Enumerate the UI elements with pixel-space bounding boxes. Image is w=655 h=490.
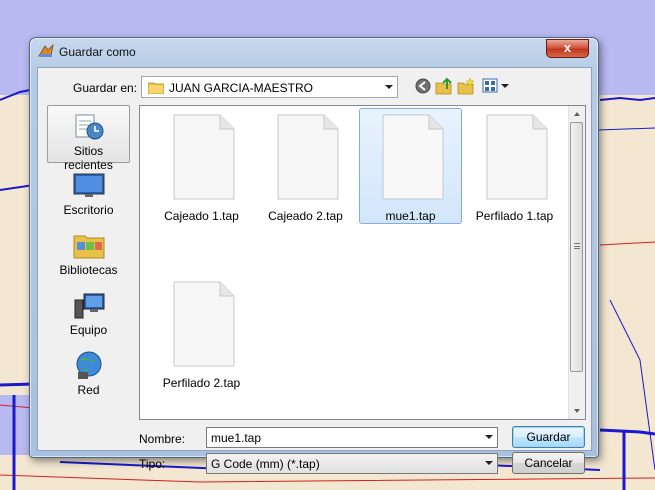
scroll-up-icon[interactable] — [574, 112, 580, 116]
file-name-input[interactable]: mue1.tap — [206, 427, 498, 448]
save-as-dialog: Guardar como x Guardar en: JUAN GARCIA-M… — [29, 37, 599, 474]
back-button[interactable] — [414, 77, 432, 95]
save-in-dropdown[interactable]: JUAN GARCIA-MAESTRO — [141, 76, 398, 98]
new-folder-button[interactable] — [457, 77, 475, 95]
place-desktop[interactable]: Escritorio — [47, 165, 130, 223]
file-icon — [173, 281, 235, 367]
file-icon — [382, 114, 444, 200]
up-folder-button[interactable] — [435, 77, 453, 95]
file-type-dropdown[interactable]: G Code (mm) (*.tap) — [206, 453, 498, 474]
scroll-down-icon[interactable] — [574, 409, 580, 413]
file-name-label: Nombre: — [139, 432, 186, 446]
place-label: Equipo — [69, 323, 108, 337]
file-type-label: Tipo: — [139, 457, 166, 471]
place-label: Bibliotecas — [59, 263, 118, 277]
title-bar[interactable]: Guardar como x — [30, 38, 598, 66]
close-button[interactable]: x — [546, 39, 589, 58]
file-icon — [173, 114, 235, 200]
view-menu-button[interactable] — [481, 77, 511, 95]
recent-places-icon — [75, 114, 104, 140]
app-icon — [38, 44, 54, 57]
file-list[interactable]: Cajeado 1.tap Cajeado 2.tap mue1.tap Per… — [139, 105, 586, 420]
file-type-value: G Code (mm) (*.tap) — [211, 457, 320, 471]
grip-icon — [574, 243, 580, 249]
file-item[interactable]: Perfilado 1.tap — [463, 108, 566, 224]
chevron-down-icon[interactable] — [485, 435, 493, 439]
place-label: Red — [77, 383, 100, 397]
file-name: Perfilado 1.tap — [475, 209, 554, 223]
computer-icon — [74, 293, 105, 319]
current-folder-name: JUAN GARCIA-MAESTRO — [169, 81, 314, 95]
place-libraries[interactable]: Bibliotecas — [47, 225, 130, 283]
places-bar: Sitios recientes Escritorio Bibliotecas — [45, 105, 131, 405]
place-label: Escritorio — [63, 203, 114, 217]
file-item[interactable]: Cajeado 2.tap — [254, 108, 357, 224]
chevron-down-icon — [385, 85, 393, 89]
save-in-label: Guardar en: — [73, 81, 138, 95]
desktop-icon — [73, 173, 105, 197]
file-name: mue1.tap — [385, 209, 436, 223]
file-item[interactable]: Cajeado 1.tap — [150, 108, 253, 224]
file-icon — [277, 114, 339, 200]
network-icon — [76, 351, 102, 379]
place-recent[interactable]: Sitios recientes — [47, 105, 130, 172]
close-icon: x — [563, 40, 572, 55]
place-network[interactable]: Red — [47, 345, 130, 403]
file-item[interactable]: Perfilado 2.tap — [150, 275, 253, 391]
libraries-icon — [73, 235, 105, 259]
scroll-thumb[interactable] — [570, 122, 583, 372]
dialog-body: Guardar en: JUAN GARCIA-MAESTRO Sitios r… — [37, 67, 592, 474]
folder-icon — [148, 82, 164, 94]
file-list-scrollbar[interactable] — [568, 106, 585, 419]
cancel-button[interactable]: Cancelar — [512, 452, 585, 474]
file-item-selected[interactable]: mue1.tap — [359, 108, 462, 224]
file-name: Cajeado 2.tap — [268, 209, 343, 223]
file-name-value: mue1.tap — [211, 431, 262, 445]
place-computer[interactable]: Equipo — [47, 285, 130, 343]
file-name: Perfilado 2.tap — [162, 376, 241, 390]
window-title: Guardar como — [59, 45, 136, 59]
file-icon — [486, 114, 548, 200]
save-button[interactable]: Guardar — [512, 426, 585, 448]
file-name: Cajeado 1.tap — [164, 209, 239, 223]
chevron-down-icon — [485, 461, 493, 465]
